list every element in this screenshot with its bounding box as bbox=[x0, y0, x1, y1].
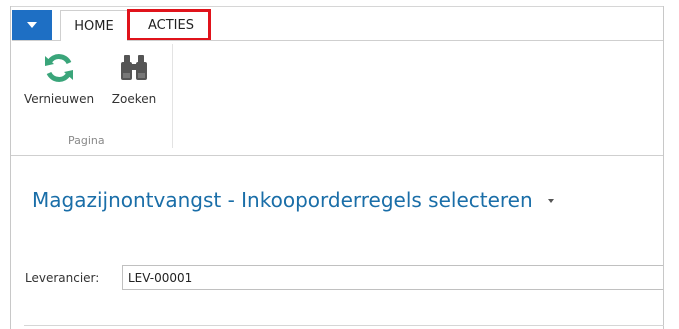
tab-acties-highlight-box bbox=[127, 9, 211, 41]
window-right-border bbox=[663, 6, 664, 329]
tab-baseline-right bbox=[127, 40, 663, 41]
tab-home-label: HOME bbox=[74, 18, 114, 34]
triangle-down-icon bbox=[27, 22, 37, 28]
tab-home[interactable]: HOME bbox=[60, 10, 128, 41]
ribbon-group-separator bbox=[172, 44, 173, 148]
app-menu-button[interactable] bbox=[12, 10, 52, 40]
title-dropdown-icon[interactable] bbox=[548, 199, 554, 203]
search-button[interactable]: Zoeken bbox=[108, 48, 160, 106]
ribbon-group-label: Pagina bbox=[68, 134, 105, 147]
refresh-button-label: Vernieuwen bbox=[23, 92, 95, 106]
tab-baseline-left bbox=[12, 40, 60, 41]
vendor-input[interactable] bbox=[122, 265, 663, 290]
ribbon-bottom-border bbox=[11, 155, 663, 156]
page-title: Magazijnontvangst - Inkooporderregels se… bbox=[32, 188, 533, 212]
refresh-icon bbox=[42, 48, 76, 88]
binoculars-icon bbox=[118, 48, 150, 88]
refresh-button[interactable]: Vernieuwen bbox=[20, 48, 98, 106]
content-bottom-border bbox=[24, 325, 664, 326]
vendor-label: Leverancier: bbox=[25, 271, 100, 285]
search-button-label: Zoeken bbox=[111, 92, 157, 106]
